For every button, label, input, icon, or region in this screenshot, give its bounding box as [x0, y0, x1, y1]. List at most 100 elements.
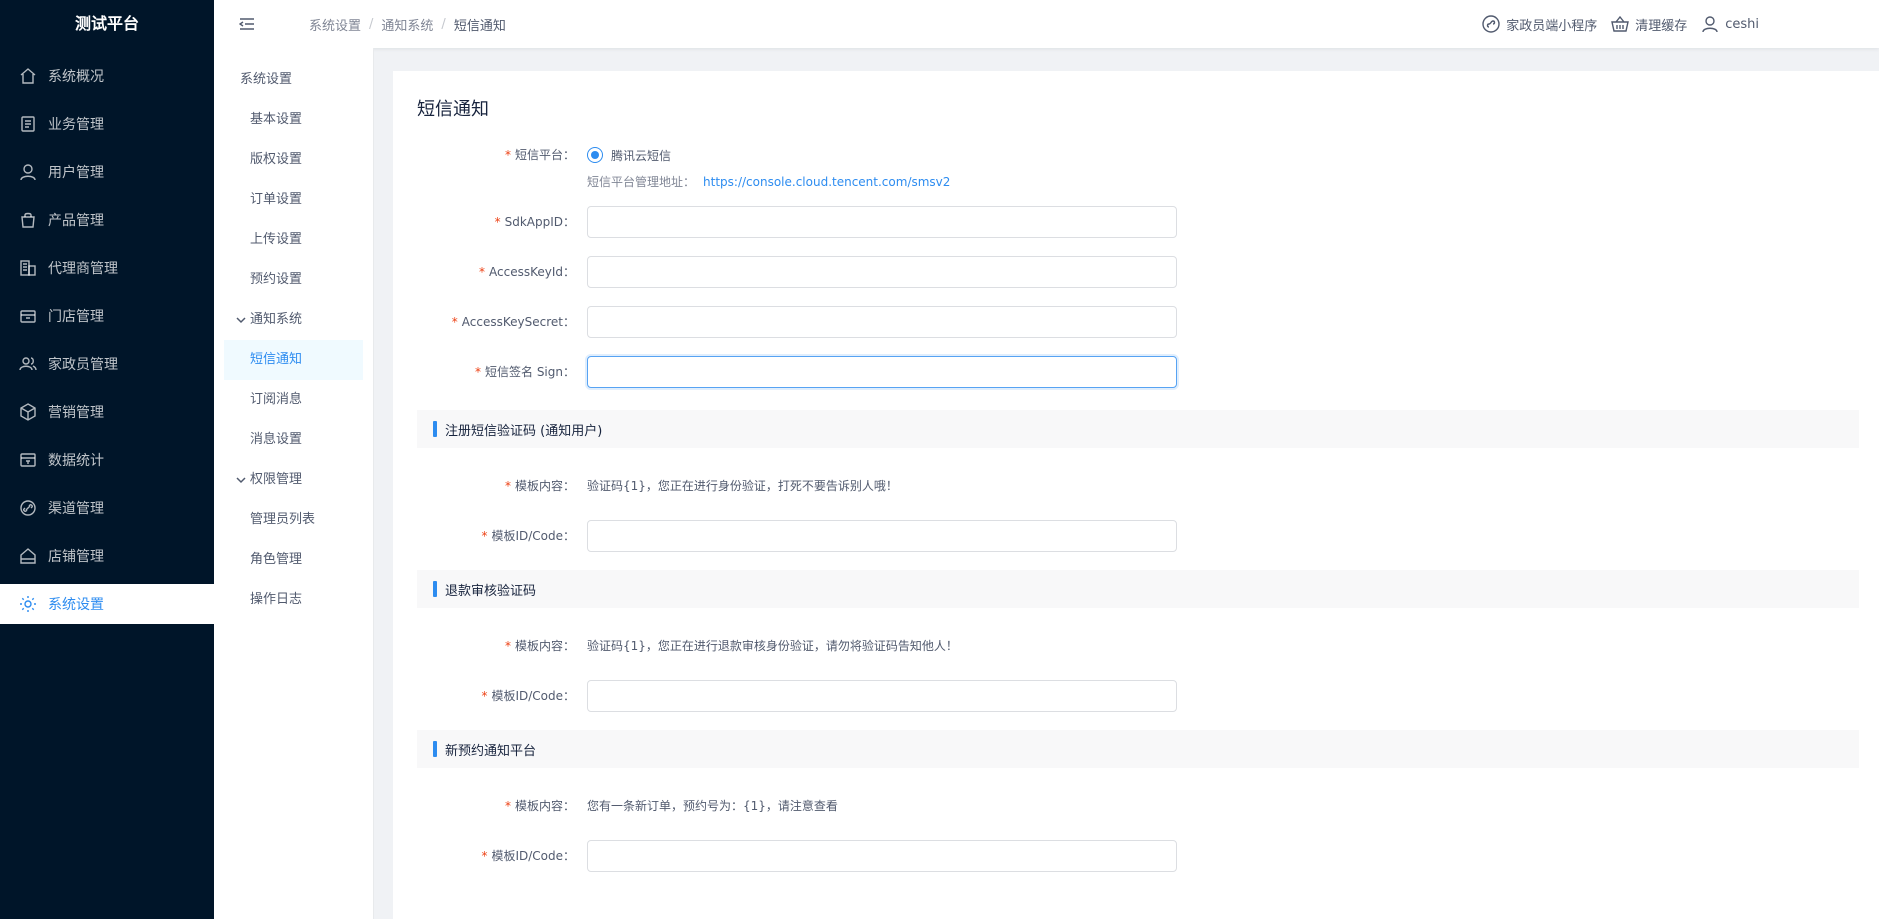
- template-row: * 模板内容： 验证码{1}，您正在进行身份验证，打死不要告诉别人哦！: [417, 470, 1859, 502]
- submenu-group-permissions[interactable]: 权限管理: [214, 460, 373, 500]
- user-menu[interactable]: ceshi: [1701, 15, 1759, 33]
- radio-checked-icon: [587, 147, 603, 163]
- label-text: 模板ID/Code：: [491, 849, 575, 863]
- submenu-item-basic[interactable]: 基本设置: [224, 100, 363, 140]
- label-text: SdkAppID：: [504, 215, 575, 229]
- secret-row: * AccessKeySecret：: [417, 306, 1859, 338]
- top-header: 系统设置 / 通知系统 / 短信通知 家政员端小程序 清理缓存 ceshi: [214, 0, 1879, 48]
- template-code-input[interactable]: [587, 840, 1177, 872]
- submenu-item-sms[interactable]: 短信通知: [224, 340, 363, 380]
- submenu-item-copyright[interactable]: 版权设置: [224, 140, 363, 180]
- submenu-item-message-settings[interactable]: 消息设置: [224, 420, 363, 460]
- access-key-secret-input[interactable]: [587, 306, 1177, 338]
- basket-icon: [1611, 15, 1630, 32]
- sidebar-item-business[interactable]: 业务管理: [0, 104, 214, 144]
- keyid-label: * AccessKeyId：: [417, 256, 587, 288]
- sdk-appid-input[interactable]: [587, 206, 1177, 238]
- sidebar-item-label: 家政员管理: [48, 357, 118, 373]
- code-row: * 模板ID/Code：: [417, 840, 1859, 872]
- section-header: 退款审核验证码: [417, 570, 1859, 608]
- miniapp-icon: [1482, 15, 1500, 33]
- section-marker: [433, 741, 437, 757]
- breadcrumb-item[interactable]: 系统设置: [309, 15, 361, 34]
- required-mark: *: [504, 639, 511, 653]
- sidebar-item-label: 系统设置: [48, 597, 104, 613]
- sidebar-item-label: 系统概况: [48, 69, 104, 85]
- section-title: 退款审核验证码: [445, 583, 537, 599]
- label-text: 模板内容：: [514, 639, 575, 653]
- chart-icon: [18, 450, 38, 470]
- required-mark: *: [504, 799, 511, 813]
- required-mark: *: [451, 315, 458, 329]
- section-header: 新预约通知平台: [417, 730, 1859, 768]
- sidebar-item-stores[interactable]: 门店管理: [0, 296, 214, 336]
- sms-settings-card: 短信通知 * 短信平台： 腾讯云短信 短信平台管理地址： https://conso…: [393, 71, 1879, 919]
- sidebar-item-overview[interactable]: 系统概况: [0, 56, 214, 96]
- breadcrumb-current: 短信通知: [453, 18, 506, 34]
- sidebar-item-agents[interactable]: 代理商管理: [0, 248, 214, 288]
- clear-cache-button[interactable]: 清理缓存: [1611, 15, 1687, 34]
- menu-fold-icon: [239, 18, 254, 30]
- chevron-down-icon: [236, 477, 246, 484]
- required-mark: *: [504, 479, 511, 493]
- label-text: 模板ID/Code：: [491, 689, 575, 703]
- clear-cache-label: 清理缓存: [1635, 18, 1688, 34]
- template-label: * 模板内容：: [417, 630, 587, 662]
- required-mark: *: [481, 529, 488, 543]
- miniapp-button[interactable]: 家政员端小程序: [1482, 15, 1597, 34]
- platform-console-link[interactable]: https://console.cloud.tencent.com/smsv2: [703, 175, 950, 189]
- shop-icon: [18, 546, 38, 566]
- section-marker: [433, 581, 437, 597]
- platform-help: 短信平台管理地址： https://console.cloud.tencent.c…: [587, 173, 950, 190]
- sidebar-item-marketing[interactable]: 营销管理: [0, 392, 214, 432]
- code-label: * 模板ID/Code：: [417, 840, 587, 872]
- list-icon: [18, 114, 38, 134]
- required-mark: *: [481, 689, 488, 703]
- menu-fold-button[interactable]: [239, 16, 269, 32]
- template-row: * 模板内容： 验证码{1}，您正在进行退款审核身份验证，请勿将验证码告知他人！: [417, 630, 1859, 662]
- breadcrumb: 系统设置 / 通知系统 / 短信通知: [309, 15, 506, 34]
- submenu-item-upload[interactable]: 上传设置: [224, 220, 363, 260]
- sms-sign-input[interactable]: [587, 356, 1177, 388]
- platform-label: * 短信平台：: [417, 139, 587, 171]
- submenu-item-subscribe[interactable]: 订阅消息: [224, 380, 363, 420]
- required-mark: *: [494, 215, 501, 229]
- sidebar-item-statistics[interactable]: 数据统计: [0, 440, 214, 480]
- sidebar-item-channels[interactable]: 渠道管理: [0, 488, 214, 528]
- header-actions: 家政员端小程序 清理缓存 ceshi: [1468, 0, 1759, 48]
- sidebar-item-shops[interactable]: 店铺管理: [0, 536, 214, 576]
- access-key-id-input[interactable]: [587, 256, 1177, 288]
- sidebar-item-label: 用户管理: [48, 165, 104, 181]
- submenu-item-order[interactable]: 订单设置: [224, 180, 363, 220]
- sidebar-item-users[interactable]: 用户管理: [0, 152, 214, 192]
- label-text: AccessKeySecret：: [461, 315, 575, 329]
- template-code-input[interactable]: [587, 680, 1177, 712]
- user-icon: [18, 162, 38, 182]
- sidebar-item-label: 数据统计: [48, 453, 104, 469]
- section-header: 注册短信验证码 (通知用户): [417, 410, 1859, 448]
- required-mark: *: [481, 849, 488, 863]
- user-icon: [1702, 16, 1718, 33]
- breadcrumb-item[interactable]: 通知系统: [381, 15, 433, 34]
- submenu-item-roles[interactable]: 角色管理: [224, 540, 363, 580]
- code-label: * 模板ID/Code：: [417, 520, 587, 552]
- template-content: 您有一条新订单，预约号为：{1}，请注意查看: [587, 799, 838, 813]
- template-label: * 模板内容：: [417, 470, 587, 502]
- sidebar-item-housekeepers[interactable]: 家政员管理: [0, 344, 214, 384]
- template-code-input[interactable]: [587, 520, 1177, 552]
- main-menu: 系统概况 业务管理 用户管理 产品管理 代理商管理 门店管理 家政员管理 营销管…: [0, 56, 214, 624]
- platform-row: * 短信平台： 腾讯云短信 短信平台管理地址： https://console.cl…: [417, 139, 1859, 190]
- sidebar-item-settings[interactable]: 系统设置: [0, 584, 214, 624]
- label-text: AccessKeyId：: [489, 265, 575, 279]
- page-title: 短信通知: [417, 99, 489, 120]
- platform-control: 腾讯云短信 短信平台管理地址： https://console.cloud.ten…: [587, 139, 950, 190]
- required-mark: *: [475, 365, 481, 379]
- submenu-item-admins[interactable]: 管理员列表: [224, 500, 363, 540]
- sdk-label: * SdkAppID：: [417, 206, 587, 238]
- platform-radio-tencent[interactable]: 腾讯云短信: [587, 139, 950, 171]
- submenu-item-booking[interactable]: 预约设置: [224, 260, 363, 300]
- submenu-item-logs[interactable]: 操作日志: [224, 580, 363, 620]
- sidebar-item-products[interactable]: 产品管理: [0, 200, 214, 240]
- code-label: * 模板ID/Code：: [417, 680, 587, 712]
- submenu-group-notify[interactable]: 通知系统: [214, 300, 373, 340]
